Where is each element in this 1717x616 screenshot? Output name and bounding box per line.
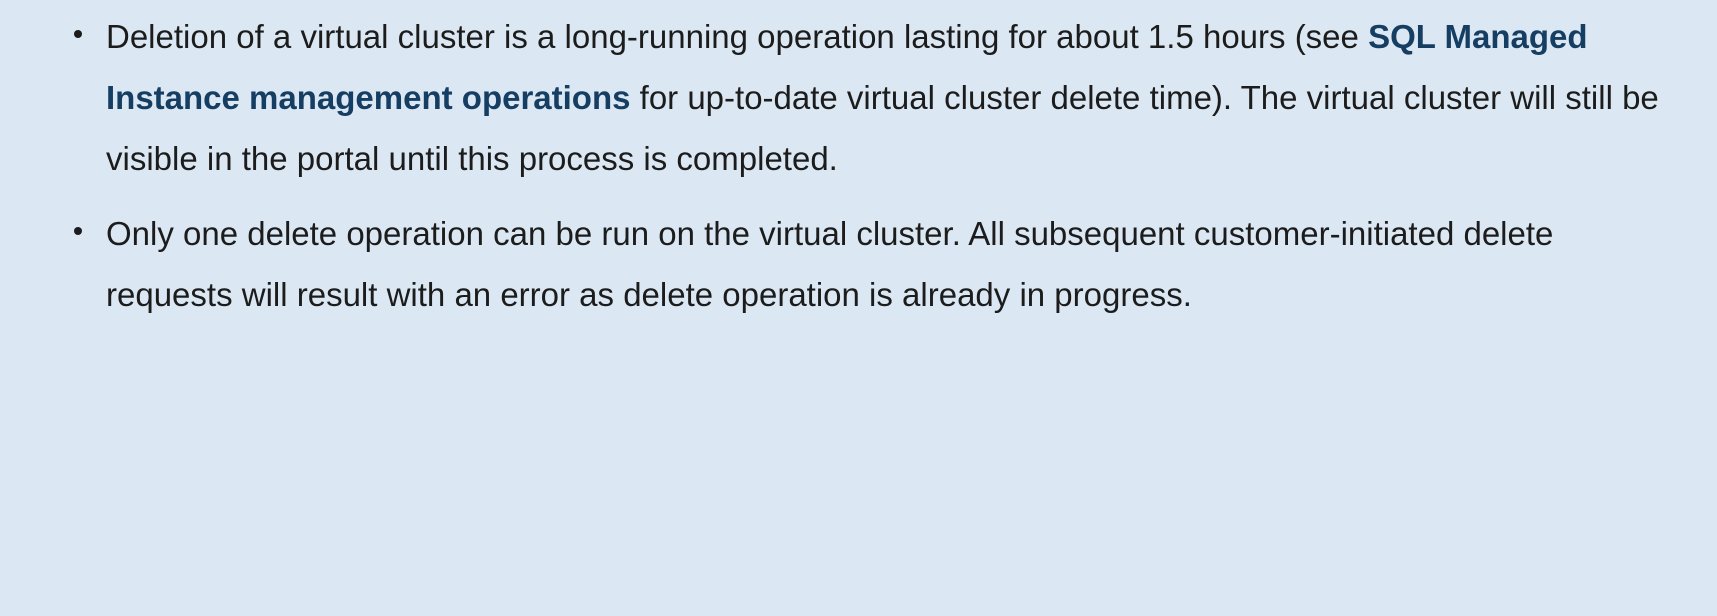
bullet-text-pre: Deletion of a virtual cluster is a long-… xyxy=(106,18,1368,55)
list-item: Deletion of a virtual cluster is a long-… xyxy=(60,6,1667,189)
note-list: Deletion of a virtual cluster is a long-… xyxy=(60,6,1667,325)
list-item: Only one delete operation can be run on … xyxy=(60,203,1667,325)
bullet-text: Only one delete operation can be run on … xyxy=(106,215,1553,313)
